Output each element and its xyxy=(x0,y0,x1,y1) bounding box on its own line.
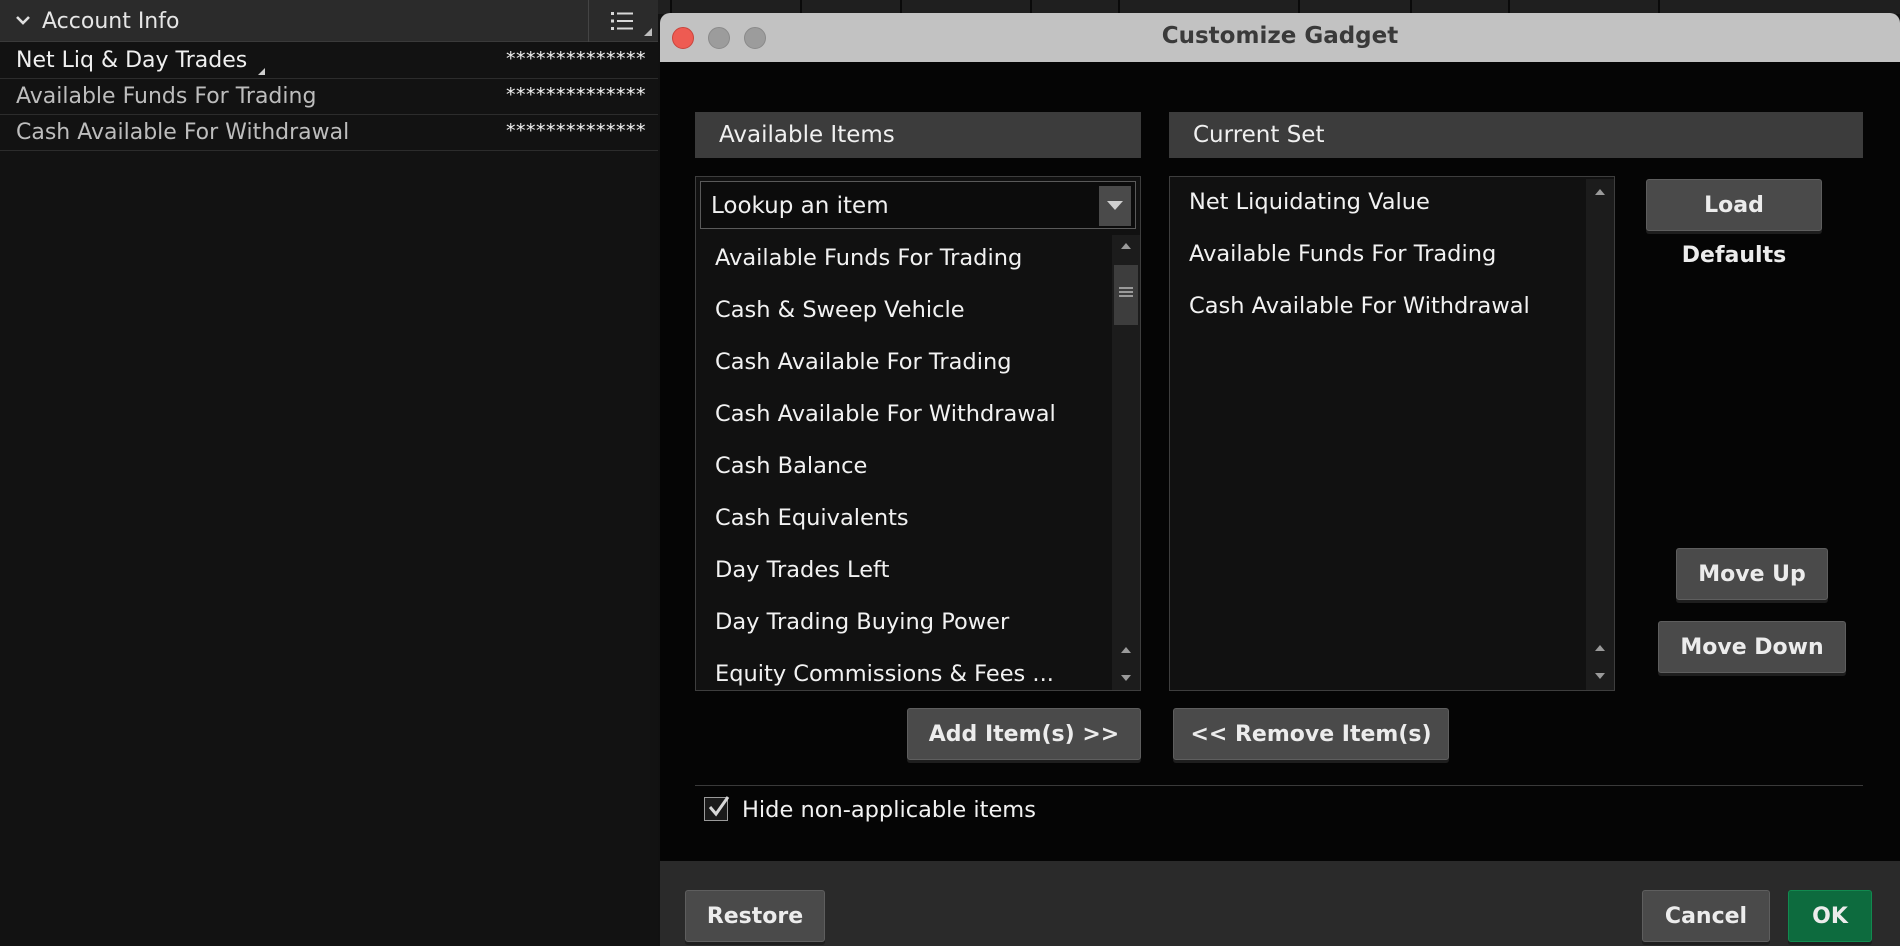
strip-divider xyxy=(1030,0,1032,14)
available-item[interactable]: Cash Available For Trading xyxy=(715,349,1012,375)
move-down-button[interactable]: Move Down xyxy=(1658,621,1846,673)
chevron-down-icon[interactable] xyxy=(14,11,32,29)
lookup-combobox[interactable] xyxy=(700,181,1136,229)
account-info-panel: Account Info Net Liq & Day Trades ******… xyxy=(0,0,658,946)
move-up-button[interactable]: Move Up xyxy=(1676,548,1828,600)
current-item[interactable]: Cash Available For Withdrawal xyxy=(1189,293,1530,319)
available-item[interactable]: Day Trading Buying Power xyxy=(715,609,1009,635)
scroll-down-icon[interactable] xyxy=(1595,673,1605,679)
strip-divider xyxy=(1118,0,1120,14)
scroll-up-icon[interactable] xyxy=(1595,189,1605,195)
account-row-available-funds[interactable]: Available Funds For Trading ************… xyxy=(0,79,658,115)
account-row-value: ************** xyxy=(506,120,646,142)
dialog-titlebar[interactable]: Customize Gadget xyxy=(660,13,1900,62)
load-defaults-button[interactable]: Load Defaults xyxy=(1646,179,1822,268)
available-items-title: Available Items xyxy=(719,122,895,148)
strip-divider xyxy=(900,0,902,14)
available-item[interactable]: Cash Available For Withdrawal xyxy=(715,401,1056,427)
current-set-list: Net Liquidating Value Available Funds Fo… xyxy=(1169,176,1615,691)
strip-divider xyxy=(1508,0,1510,14)
triangle-down-icon xyxy=(1107,201,1123,210)
restore-button[interactable]: Restore xyxy=(685,890,825,942)
cancel-button[interactable]: Cancel xyxy=(1642,890,1770,942)
add-items-button[interactable]: Add Item(s) >> xyxy=(907,708,1141,760)
list-menu-icon xyxy=(611,12,633,30)
available-items-scrollbar[interactable] xyxy=(1112,235,1140,690)
available-item[interactable]: Available Funds For Trading xyxy=(715,245,1022,271)
available-item[interactable]: Day Trades Left xyxy=(715,557,889,583)
available-item[interactable]: Equity Commissions & Fees ... xyxy=(715,661,1054,687)
available-items-list: Available Funds For Trading Cash & Sweep… xyxy=(695,176,1141,691)
available-item[interactable]: Cash Equivalents xyxy=(715,505,909,531)
account-row-label: Available Funds For Trading xyxy=(16,84,317,109)
available-item[interactable]: Cash & Sweep Vehicle xyxy=(715,297,965,323)
scroll-up-icon[interactable] xyxy=(1595,645,1605,651)
scroll-up-icon[interactable] xyxy=(1121,647,1131,653)
hide-non-applicable-label[interactable]: Hide non-applicable items xyxy=(742,797,1036,823)
account-row-cash-withdrawal[interactable]: Cash Available For Withdrawal **********… xyxy=(0,115,658,151)
checkmark-icon xyxy=(708,796,730,817)
current-set-title: Current Set xyxy=(1193,122,1325,148)
account-info-header: Account Info xyxy=(0,0,658,42)
current-item[interactable]: Net Liquidating Value xyxy=(1189,189,1430,215)
current-item[interactable]: Available Funds For Trading xyxy=(1189,241,1496,267)
list-menu-button[interactable] xyxy=(588,0,650,42)
ok-button[interactable]: OK xyxy=(1788,890,1872,942)
current-set-header: Current Set xyxy=(1169,112,1863,158)
account-row-value: ************** xyxy=(506,48,646,70)
account-row-label: Net Liq & Day Trades xyxy=(16,48,248,73)
lookup-input[interactable] xyxy=(709,190,1093,222)
resize-corner-icon xyxy=(644,28,652,36)
current-set-scrollbar[interactable] xyxy=(1586,179,1614,690)
available-items-header: Available Items xyxy=(695,112,1141,158)
expand-corner-icon xyxy=(258,68,265,75)
account-row-label: Cash Available For Withdrawal xyxy=(16,120,350,145)
account-row-value: ************** xyxy=(506,84,646,106)
hide-non-applicable-checkbox[interactable] xyxy=(704,796,730,821)
customize-gadget-dialog: Customize Gadget Available Items Current… xyxy=(660,13,1900,946)
scroll-up-icon[interactable] xyxy=(1121,243,1131,249)
remove-items-button[interactable]: << Remove Item(s) xyxy=(1173,708,1449,760)
scroll-down-icon[interactable] xyxy=(1121,675,1131,681)
background-toolbar-strip xyxy=(658,0,1900,14)
strip-divider xyxy=(800,0,802,14)
grip-icon xyxy=(1119,287,1133,297)
strip-divider xyxy=(1658,0,1660,14)
strip-divider xyxy=(1410,0,1412,14)
strip-divider xyxy=(670,0,672,14)
dialog-title: Customize Gadget xyxy=(1161,23,1399,49)
account-info-title: Account Info xyxy=(42,9,180,34)
account-row-net-liq[interactable]: Net Liq & Day Trades ************** xyxy=(0,43,658,79)
lookup-dropdown-button[interactable] xyxy=(1099,186,1131,226)
section-divider xyxy=(695,785,1863,786)
available-item[interactable]: Cash Balance xyxy=(715,453,867,479)
strip-divider xyxy=(1298,0,1300,14)
scrollbar-thumb[interactable] xyxy=(1114,265,1138,325)
